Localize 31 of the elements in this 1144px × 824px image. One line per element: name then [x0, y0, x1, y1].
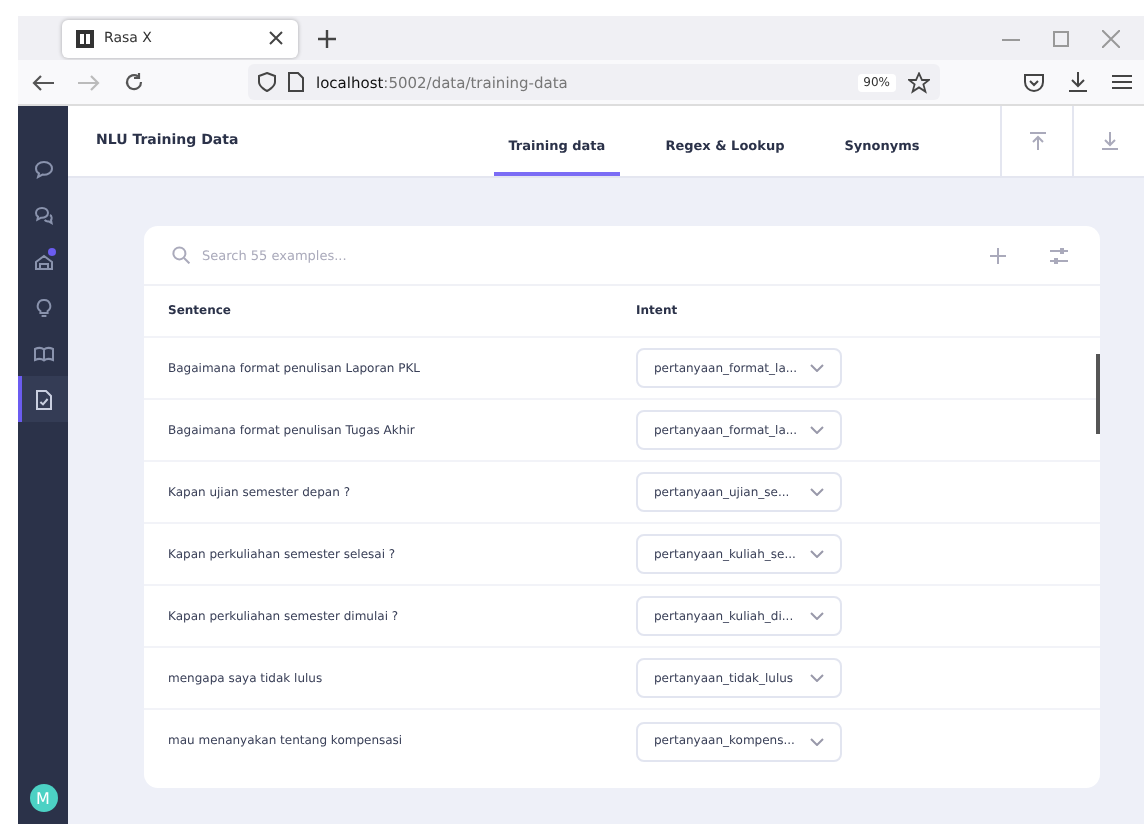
- upload-icon: [1029, 132, 1045, 150]
- chevron-icon: [810, 674, 824, 682]
- menu-icon[interactable]: [1112, 74, 1132, 90]
- star-icon[interactable]: [908, 71, 930, 93]
- scrollbar[interactable]: [1096, 354, 1100, 434]
- app-icon: [76, 29, 94, 47]
- nav-item[interactable]: [18, 376, 68, 422]
- filter-icon[interactable]: [1050, 247, 1068, 263]
- chat-icon: [33, 159, 53, 179]
- document-icon: [33, 389, 53, 409]
- chevron-icon: [810, 550, 824, 558]
- search-icon: [172, 246, 190, 264]
- close-icon[interactable]: [268, 30, 284, 46]
- download-icon: [1101, 132, 1117, 150]
- back-icon[interactable]: [32, 73, 54, 91]
- page-icon: [288, 72, 304, 92]
- book-icon: [33, 343, 53, 363]
- house-icon: [33, 251, 53, 271]
- pocket-icon[interactable]: [1024, 73, 1044, 91]
- chevron-icon: [810, 488, 824, 496]
- shield-icon: [258, 72, 276, 92]
- chevron-icon: [810, 364, 824, 372]
- chevron-icon: [810, 737, 824, 745]
- lightbulb-icon: [33, 297, 53, 317]
- plus-icon[interactable]: [318, 29, 336, 47]
- chevron-icon: [810, 426, 824, 434]
- chevron-icon: [810, 612, 824, 620]
- download-icon[interactable]: [1068, 72, 1088, 92]
- reload-icon[interactable]: [124, 72, 144, 92]
- maximize-icon[interactable]: [1052, 29, 1070, 47]
- chats-icon: [33, 205, 53, 225]
